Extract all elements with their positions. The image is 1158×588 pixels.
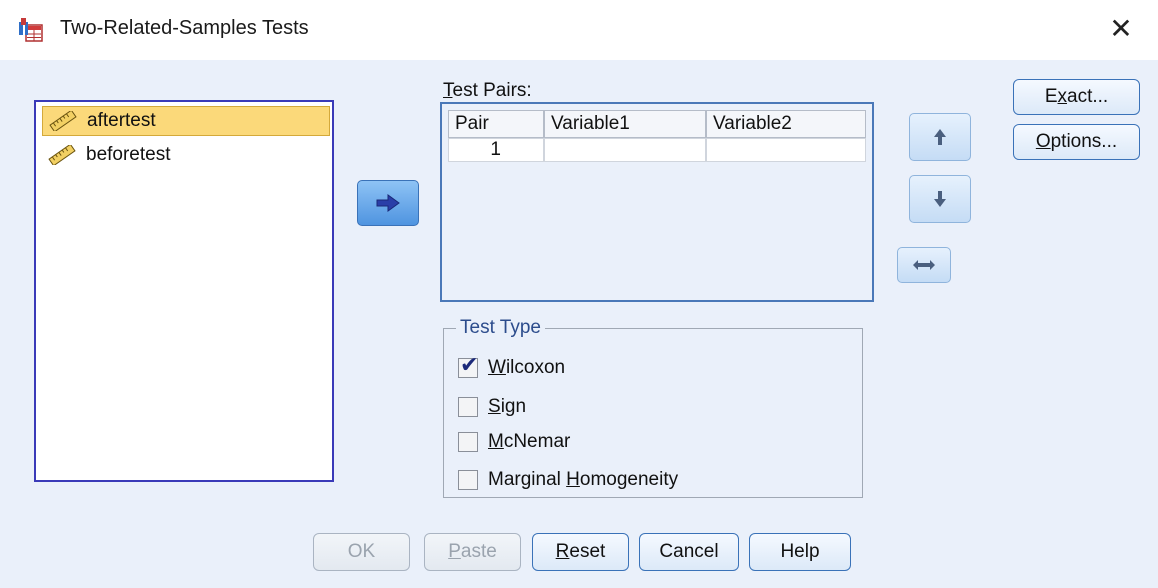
exact-button[interactable]: Ex act... [1013,79,1140,115]
sign-label: Sign [488,396,527,417]
marginal-homogeneity-label: Marginal Homogeneity [488,469,679,490]
wilcoxon-checkbox[interactable] [458,353,478,378]
marginal-homogeneity-option[interactable]: Marginal Homogeneity [458,467,678,493]
table-row[interactable]: 1 [448,138,866,162]
swap-icon [913,260,935,270]
column-header-pair: Pair [448,110,544,138]
column-header-variable1: Variable1 [544,110,706,138]
close-icon[interactable]: ✕ [1104,12,1138,46]
test-pairs-grid[interactable]: Pair Variable1 Variable2 1 [440,102,874,302]
window-title: Two-Related-Samples Tests [60,17,309,39]
variable-name: aftertest [87,110,156,131]
move-down-button[interactable] [909,175,971,223]
pair-cell: 1 [448,138,544,162]
ruler-icon [48,145,76,165]
reset-button[interactable]: Reset [532,533,629,571]
ok-button[interactable]: OK [313,533,410,571]
sign-option[interactable]: Sign [458,394,526,420]
mcnemar-option[interactable]: McNemar [458,429,570,455]
help-button[interactable]: Help [749,533,851,571]
arrow-up-icon [934,129,946,145]
arrow-down-icon [934,191,946,207]
options-button[interactable]: Options... [1013,124,1140,160]
variable-list[interactable]: aftertest beforetest [34,100,334,482]
wilcoxon-label: Wilcoxon [488,357,566,378]
marginal-homogeneity-checkbox[interactable] [458,470,478,490]
test-type-legend: Test Type [456,317,545,339]
list-item-beforetest[interactable]: beforetest [42,140,330,170]
wilcoxon-option[interactable]: Wilcoxon [458,353,566,381]
test-pairs-label: Test Pairs: [443,80,532,101]
variable-name: beforetest [86,144,171,165]
sign-checkbox[interactable] [458,397,478,417]
paste-button[interactable]: Paste [424,533,521,571]
move-to-pairs-button[interactable] [357,180,419,226]
move-up-button[interactable] [909,113,971,161]
arrow-right-icon [376,194,400,212]
cancel-button[interactable]: Cancel [639,533,739,571]
grid-header: Pair Variable1 Variable2 [448,110,866,138]
title-bar: Two-Related-Samples Tests ✕ [0,0,1158,60]
variable2-cell[interactable] [706,138,866,162]
column-header-variable2: Variable2 [706,110,866,138]
swap-button[interactable] [897,247,951,283]
test-type-group: Test Type Wilcoxon Sign McNemar Marginal… [443,317,863,498]
mcnemar-checkbox[interactable] [458,432,478,452]
variable1-cell[interactable] [544,138,706,162]
mcnemar-label: McNemar [488,431,571,452]
list-item-aftertest[interactable]: aftertest [42,106,330,136]
app-icon [19,18,43,42]
ruler-icon [49,111,77,131]
